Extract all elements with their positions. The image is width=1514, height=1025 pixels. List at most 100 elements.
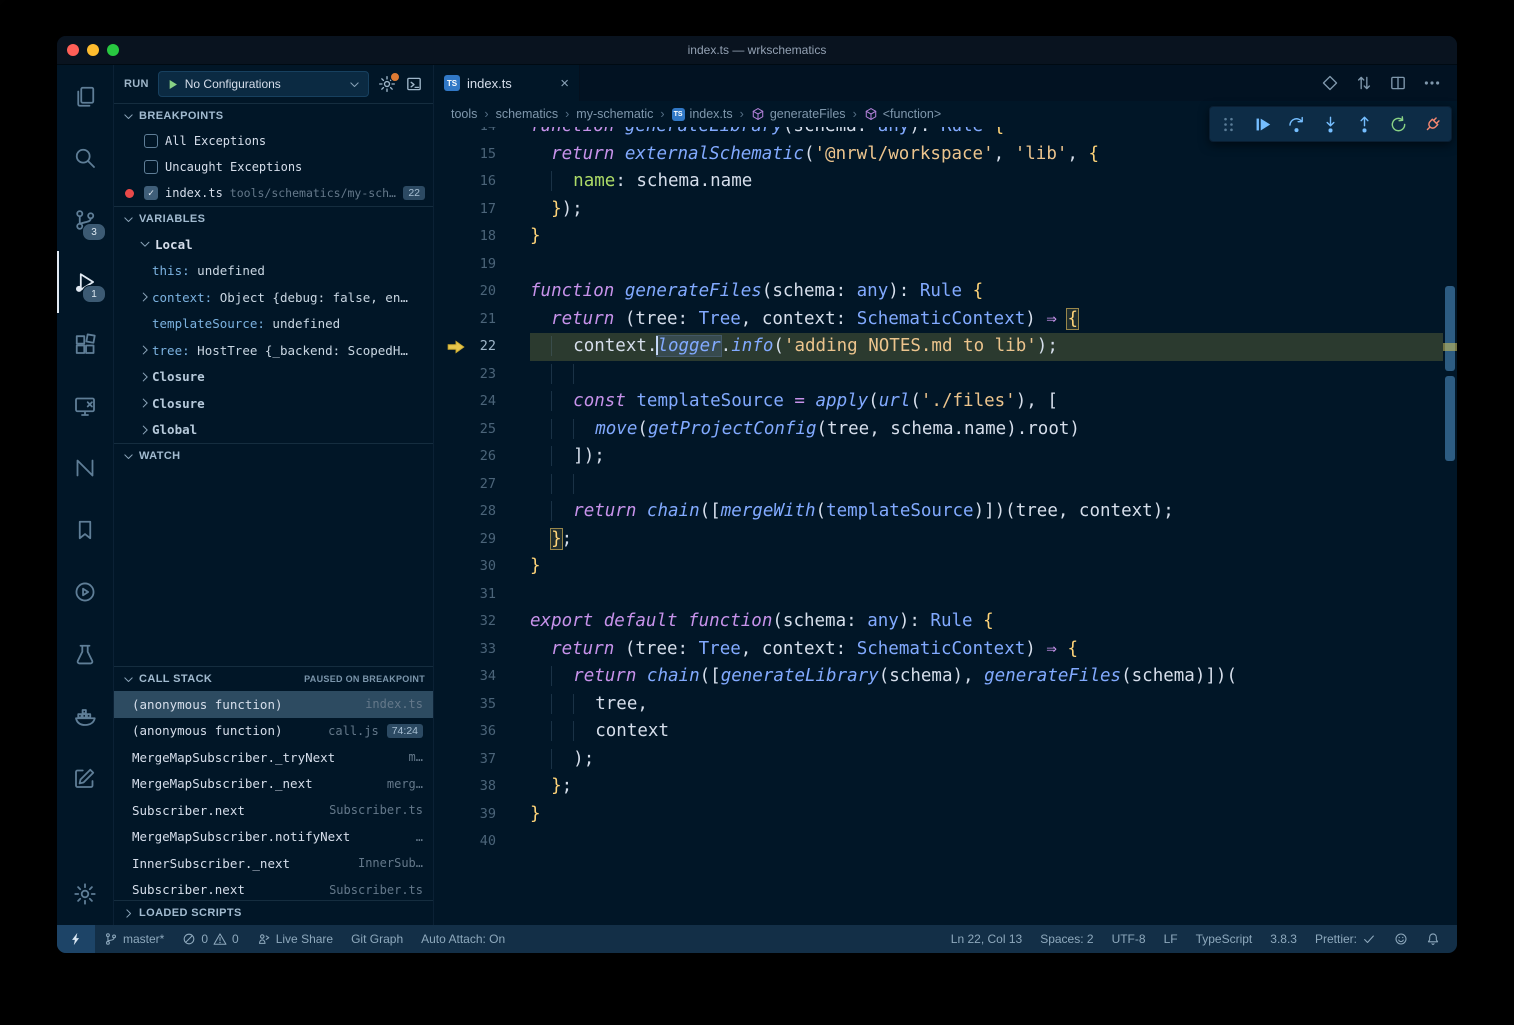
- gutter-line-25[interactable]: 25: [434, 416, 530, 444]
- gutter-line-39[interactable]: 39: [434, 801, 530, 829]
- variable-scope-closure[interactable]: Closure: [114, 390, 433, 417]
- activity-item-search[interactable]: [57, 127, 113, 189]
- gutter-line-37[interactable]: 37: [434, 746, 530, 774]
- gutter-line-20[interactable]: 20: [434, 278, 530, 306]
- gutter-line-19[interactable]: 19: [434, 251, 530, 279]
- variable-row-this[interactable]: this: undefined: [114, 258, 433, 285]
- status-language-mode[interactable]: TypeScript: [1187, 925, 1262, 953]
- activity-item-docker[interactable]: [57, 685, 113, 747]
- status-prettier[interactable]: Prettier:: [1306, 925, 1385, 953]
- gutter-line-29[interactable]: 29: [434, 526, 530, 554]
- call-stack-frame[interactable]: MergeMapSubscriber.notifyNext…: [114, 824, 433, 851]
- call-stack-frame[interactable]: Subscriber.nextSubscriber.ts: [114, 797, 433, 824]
- gutter-line-28[interactable]: 28: [434, 498, 530, 526]
- tab-index-ts[interactable]: TS index.ts ×: [434, 65, 580, 101]
- status-live-share[interactable]: Live Share: [248, 925, 342, 953]
- status-cursor-position[interactable]: Ln 22, Col 13: [942, 925, 1031, 953]
- status-git-branch[interactable]: master*: [95, 925, 173, 953]
- activity-item-settings[interactable]: [57, 863, 113, 925]
- activity-item-bookmarks[interactable]: [57, 499, 113, 561]
- activity-item-extensions[interactable]: [57, 313, 113, 375]
- status-problems[interactable]: 00: [173, 925, 247, 953]
- gutter-line-30[interactable]: 30: [434, 553, 530, 581]
- debug-restart-button[interactable]: [1389, 115, 1408, 134]
- gutter-line-35[interactable]: 35: [434, 691, 530, 719]
- status-indentation[interactable]: Spaces: 2: [1031, 925, 1102, 953]
- debug-step-out-button[interactable]: [1355, 115, 1374, 134]
- call-stack-frame[interactable]: MergeMapSubscriber._tryNextm…: [114, 744, 433, 771]
- gutter-line-24[interactable]: 24: [434, 388, 530, 416]
- debug-step-over-button[interactable]: [1287, 115, 1306, 134]
- debug-drag-button[interactable]: [1219, 115, 1238, 134]
- status-feedback[interactable]: [1385, 925, 1417, 953]
- variables-scope-local[interactable]: Local: [114, 231, 433, 258]
- breadcrumb-item-indexts[interactable]: TSindex.ts: [672, 107, 733, 121]
- gutter-line-40[interactable]: 40: [434, 828, 530, 856]
- activity-item-source-control[interactable]: 3: [57, 189, 113, 251]
- open-changes-button[interactable]: [1321, 74, 1339, 92]
- status-git-graph[interactable]: Git Graph: [342, 925, 412, 953]
- activity-item-remote-explorer[interactable]: [57, 375, 113, 437]
- call-stack-header[interactable]: CALL STACK PAUSED ON BREAKPOINT: [114, 666, 433, 691]
- watch-header[interactable]: WATCH: [114, 443, 433, 468]
- activity-item-nx-console[interactable]: [57, 437, 113, 499]
- variable-row-tree[interactable]: tree: HostTree {_backend: ScopedH…: [114, 337, 433, 364]
- breadcrumb-item-generatefiles[interactable]: generateFiles: [751, 107, 846, 121]
- breakpoint-item[interactable]: Uncaught Exceptions: [114, 154, 433, 180]
- gutter-line-33[interactable]: 33: [434, 636, 530, 664]
- gutter-line-32[interactable]: 32: [434, 608, 530, 636]
- call-stack-frame[interactable]: (anonymous function)index.ts: [114, 691, 433, 718]
- status-auto-attach[interactable]: Auto Attach: On: [412, 925, 514, 953]
- gutter-line-31[interactable]: 31: [434, 581, 530, 609]
- status-eol[interactable]: LF: [1155, 925, 1187, 953]
- call-stack-frame[interactable]: Subscriber.nextSubscriber.ts: [114, 877, 433, 901]
- breadcrumb-item-myschematic[interactable]: my-schematic: [576, 107, 653, 121]
- breadcrumb-item-function[interactable]: <function>: [864, 107, 941, 121]
- debug-config-dropdown[interactable]: No Configurations: [158, 71, 369, 97]
- breakpoint-checkbox[interactable]: [144, 134, 158, 148]
- breadcrumb-item-tools[interactable]: tools: [451, 107, 477, 121]
- gutter-line-34[interactable]: 34: [434, 663, 530, 691]
- gutter-line-38[interactable]: 38: [434, 773, 530, 801]
- breakpoints-header[interactable]: BREAKPOINTS: [114, 103, 433, 128]
- variable-scope-closure[interactable]: Closure: [114, 364, 433, 391]
- gutter-line-14[interactable]: 14: [434, 127, 530, 141]
- activity-item-live-share[interactable]: [57, 561, 113, 623]
- code-editor[interactable]: 14function generateLibrary(schema: any):…: [434, 127, 1457, 925]
- activity-item-testing[interactable]: [57, 623, 113, 685]
- breakpoint-item[interactable]: ✓index.tstools/schematics/my-sch…22: [114, 180, 433, 206]
- status-notifications[interactable]: [1417, 925, 1449, 953]
- gutter-line-23[interactable]: 23: [434, 361, 530, 389]
- overview-ruler[interactable]: [1443, 127, 1457, 925]
- breakpoint-item[interactable]: All Exceptions: [114, 128, 433, 154]
- activity-item-notes[interactable]: [57, 747, 113, 809]
- status-remote-indicator[interactable]: [57, 925, 95, 953]
- call-stack-frame[interactable]: (anonymous function)call.js74:24: [114, 718, 433, 745]
- gutter-line-21[interactable]: 21: [434, 306, 530, 334]
- close-tab-button[interactable]: ×: [560, 75, 569, 92]
- gutter-line-36[interactable]: 36: [434, 718, 530, 746]
- start-debugging-icon[interactable]: [166, 78, 179, 91]
- variable-row-context[interactable]: context: Object {debug: false, en…: [114, 284, 433, 311]
- debug-step-into-button[interactable]: [1321, 115, 1340, 134]
- gutter-line-26[interactable]: 26: [434, 443, 530, 471]
- compare-changes-button[interactable]: [1355, 74, 1373, 92]
- gutter-line-15[interactable]: 15: [434, 141, 530, 169]
- gutter-line-16[interactable]: 16: [434, 168, 530, 196]
- gutter-line-22[interactable]: 22: [434, 333, 530, 361]
- more-actions-button[interactable]: [1423, 74, 1441, 92]
- close-window-button[interactable]: [67, 44, 79, 56]
- zoom-window-button[interactable]: [107, 44, 119, 56]
- debug-disconnect-button[interactable]: [1423, 115, 1442, 134]
- call-stack-frame[interactable]: MergeMapSubscriber._nextmerg…: [114, 771, 433, 798]
- breadcrumb-item-schematics[interactable]: schematics: [496, 107, 559, 121]
- breakpoint-checkbox[interactable]: [144, 160, 158, 174]
- activity-item-run-and-debug[interactable]: 1: [57, 251, 113, 313]
- status-encoding[interactable]: UTF-8: [1103, 925, 1155, 953]
- gutter-line-17[interactable]: 17: [434, 196, 530, 224]
- call-stack-frame[interactable]: InnerSubscriber._nextInnerSub…: [114, 850, 433, 877]
- loaded-scripts-header[interactable]: LOADED SCRIPTS: [114, 900, 433, 925]
- split-editor-button[interactable]: [1389, 74, 1407, 92]
- activity-item-explorer[interactable]: [57, 65, 113, 127]
- gutter-line-18[interactable]: 18: [434, 223, 530, 251]
